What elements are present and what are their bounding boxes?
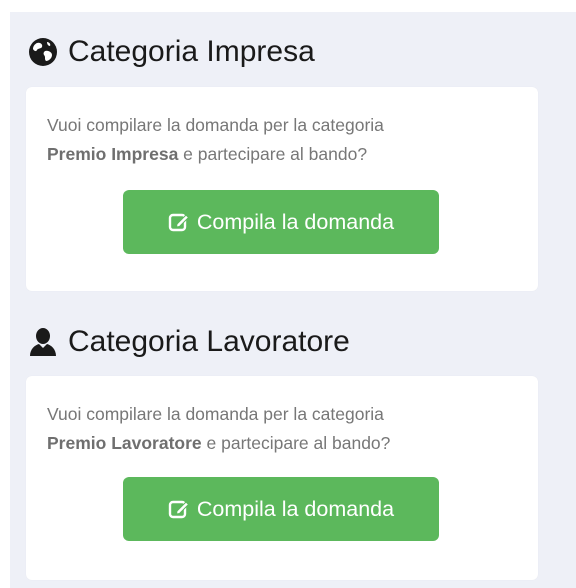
section-title-text: Categoria Lavoratore bbox=[68, 325, 350, 358]
user-icon bbox=[28, 327, 58, 357]
category-name: Premio Impresa bbox=[47, 144, 179, 164]
description-text: Vuoi compilare la domanda per la categor… bbox=[47, 404, 384, 424]
category-card-lavoratore: Vuoi compilare la domanda per la categor… bbox=[26, 376, 538, 580]
section-title-impresa: Categoria Impresa bbox=[28, 37, 315, 67]
card-description: Vuoi compilare la domanda per la categor… bbox=[47, 400, 527, 458]
compila-domanda-button-lavoratore[interactable]: Compila la domanda bbox=[123, 477, 439, 541]
edit-icon bbox=[168, 211, 190, 233]
button-label: Compila la domanda bbox=[196, 496, 395, 521]
edit-icon bbox=[168, 498, 190, 520]
category-name: Premio Lavoratore bbox=[47, 433, 202, 453]
category-card-impresa: Vuoi compilare la domanda per la categor… bbox=[26, 87, 538, 291]
description-suffix: e partecipare al bando? bbox=[201, 433, 391, 453]
description-text: Vuoi compilare la domanda per la categor… bbox=[47, 115, 384, 135]
compila-domanda-button-impresa[interactable]: Compila la domanda bbox=[123, 190, 439, 254]
card-description: Vuoi compilare la domanda per la categor… bbox=[47, 111, 527, 169]
description-suffix: e partecipare al bando? bbox=[178, 144, 368, 164]
button-label: Compila la domanda bbox=[196, 209, 395, 234]
section-title-lavoratore: Categoria Lavoratore bbox=[28, 327, 350, 357]
globe-icon bbox=[28, 37, 58, 67]
section-title-text: Categoria Impresa bbox=[68, 35, 315, 68]
